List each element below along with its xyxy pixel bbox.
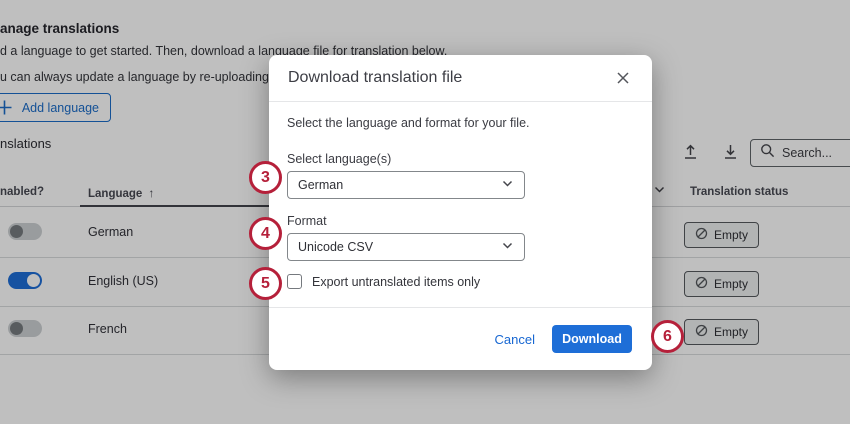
language-select[interactable]: German [287, 171, 525, 199]
modal-title: Download translation file [288, 69, 462, 87]
annotation-circle-6: 6 [651, 320, 684, 353]
close-icon[interactable] [613, 68, 633, 88]
chevron-down-icon [501, 239, 514, 255]
format-select-label: Format [287, 214, 634, 228]
cancel-button[interactable]: Cancel [495, 332, 535, 347]
modal-header: Download translation file [269, 55, 652, 102]
modal-body: Select the language and format for your … [269, 102, 652, 289]
chevron-down-icon [501, 177, 514, 193]
screen: anage translations d a language to get s… [0, 0, 850, 424]
modal-footer: Cancel Download [269, 307, 652, 370]
export-untranslated-row: Export untranslated items only [287, 274, 634, 289]
annotation-circle-3: 3 [249, 161, 282, 194]
format-select[interactable]: Unicode CSV [287, 233, 525, 261]
annotation-circle-4: 4 [249, 217, 282, 250]
modal-description: Select the language and format for your … [287, 116, 634, 130]
annotation-circle-5: 5 [249, 267, 282, 300]
format-select-value: Unicode CSV [298, 240, 373, 254]
download-button[interactable]: Download [552, 325, 632, 353]
export-untranslated-checkbox[interactable] [287, 274, 302, 289]
export-untranslated-label: Export untranslated items only [312, 275, 480, 289]
download-translation-modal: Download translation file Select the lan… [269, 55, 652, 370]
language-select-label: Select language(s) [287, 152, 634, 166]
language-select-value: German [298, 178, 343, 192]
